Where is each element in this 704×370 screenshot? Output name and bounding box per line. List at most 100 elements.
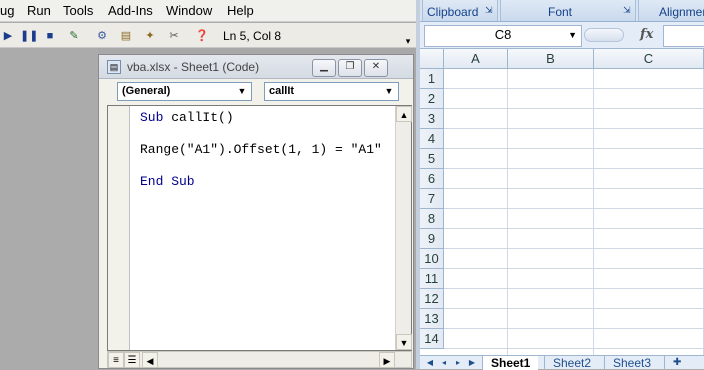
first-sheet-icon[interactable]: ◀ — [424, 357, 436, 369]
ribbon-group-clipboard[interactable]: Clipboard ⇲ — [422, 0, 498, 21]
minimize-button[interactable]: ▁ — [312, 59, 336, 77]
restore-button[interactable]: ❐ — [338, 59, 362, 77]
formula-bar: C8 ▼ fx — [420, 22, 704, 49]
row-header[interactable]: 6 — [420, 169, 444, 189]
row-header[interactable]: 9 — [420, 229, 444, 249]
gridline — [444, 268, 704, 269]
code-margin — [108, 106, 130, 350]
gridline — [444, 88, 704, 89]
gridline — [507, 69, 508, 355]
chevron-down-icon: ▼ — [384, 86, 394, 96]
menu-add-ins[interactable]: Add-Ins — [108, 3, 153, 18]
gridline — [444, 128, 704, 129]
object-browser-icon[interactable]: ✦ — [142, 28, 158, 44]
chevron-down-icon[interactable]: ▼ — [568, 26, 577, 44]
cursor-position: Ln 5, Col 8 — [223, 29, 282, 43]
select-all-corner[interactable] — [420, 49, 444, 69]
properties-icon[interactable]: ▤ — [118, 28, 134, 44]
gridline — [444, 288, 704, 289]
project-explorer-icon[interactable]: ⚙ — [94, 28, 110, 44]
next-sheet-icon[interactable]: ▸ — [452, 357, 464, 369]
row-header[interactable]: 14 — [420, 329, 444, 349]
menu-debug[interactable]: ug — [0, 3, 14, 18]
procedure-dropdown[interactable]: callIt ▼ — [264, 82, 399, 101]
left-strip — [0, 48, 98, 369]
vertical-scrollbar[interactable]: ▲ ▼ — [395, 106, 412, 350]
scroll-left-icon[interactable]: ◀ — [142, 352, 158, 368]
sheet-tab-sheet2[interactable]: Sheet2 — [544, 356, 599, 370]
row-header[interactable]: 3 — [420, 109, 444, 129]
horizontal-scrollbar[interactable]: ≡ ☰ ◀ ▶ — [107, 351, 412, 368]
close-button[interactable]: ✕ — [364, 59, 388, 77]
column-header-c[interactable]: C — [594, 49, 704, 69]
row-header[interactable]: 1 — [420, 69, 444, 89]
code-line-3: End Sub — [140, 174, 195, 189]
ribbon-group-alignment[interactable]: Alignmen — [638, 0, 704, 21]
code-editor[interactable]: Sub callIt() Range("A1").Offset(1, 1) = … — [107, 105, 412, 351]
vbe-menubar: ug Run Tools Add-Ins Window Help — [0, 0, 416, 22]
formula-input[interactable] — [663, 25, 704, 47]
name-box[interactable]: C8 ▼ — [424, 25, 582, 47]
row-header[interactable]: 11 — [420, 269, 444, 289]
gridline — [444, 228, 704, 229]
gridline — [444, 308, 704, 309]
dialog-launcher-icon[interactable]: ⇲ — [485, 5, 493, 16]
menu-window[interactable]: Window — [166, 3, 212, 18]
formula-bar-resize-handle[interactable] — [584, 28, 624, 42]
column-header-a[interactable]: A — [444, 49, 508, 69]
toolbar-options-icon[interactable]: ▾ — [400, 33, 416, 49]
insert-sheet-icon[interactable]: ✚ — [664, 356, 689, 370]
scroll-down-icon[interactable]: ▼ — [396, 334, 412, 350]
scroll-up-icon[interactable]: ▲ — [396, 106, 412, 122]
ribbon-group-font[interactable]: Font ⇲ — [500, 0, 636, 21]
module-icon: ▤ — [107, 60, 121, 74]
last-sheet-icon[interactable]: ▶ — [466, 357, 478, 369]
row-header[interactable]: 12 — [420, 289, 444, 309]
gridline — [444, 248, 704, 249]
gridline — [444, 188, 704, 189]
row-header[interactable]: 4 — [420, 129, 444, 149]
row-header[interactable]: 13 — [420, 309, 444, 329]
scroll-right-icon[interactable]: ▶ — [379, 352, 395, 368]
break-icon[interactable]: ❚❚ — [20, 28, 38, 44]
column-header-b[interactable]: B — [508, 49, 594, 69]
row-header[interactable]: 10 — [420, 249, 444, 269]
worksheet-grid[interactable]: A B C 1 2 3 4 5 6 7 8 9 10 11 12 13 14 — [420, 49, 704, 355]
help-icon[interactable]: ❓ — [194, 28, 210, 44]
row-header[interactable]: 2 — [420, 89, 444, 109]
code-line-2: Range("A1").Offset(1, 1) = "A1" — [140, 142, 382, 157]
menu-run[interactable]: Run — [27, 3, 51, 18]
chevron-down-icon: ▼ — [237, 86, 247, 96]
sheet-tab-sheet1[interactable]: Sheet1 — [482, 356, 539, 370]
gridline — [444, 328, 704, 329]
toolbox-icon[interactable]: ✂ — [166, 28, 182, 44]
sheet-tab-sheet3[interactable]: Sheet3 — [604, 356, 659, 370]
prev-sheet-icon[interactable]: ◂ — [438, 357, 450, 369]
code-line-1: Sub callIt() — [140, 110, 234, 125]
gridline — [444, 168, 704, 169]
code-window: ▤ vba.xlsx - Sheet1 (Code) ▁ ❐ ✕ (Genera… — [98, 54, 414, 369]
design-mode-icon[interactable]: ✎ — [66, 28, 82, 44]
dialog-launcher-icon[interactable]: ⇲ — [623, 5, 631, 16]
gridline — [444, 348, 704, 349]
menu-help[interactable]: Help — [227, 3, 254, 18]
gridline — [444, 148, 704, 149]
reset-icon[interactable]: ■ — [42, 28, 58, 44]
sheet-tab-bar: ◀ ◂ ▸ ▶ Sheet1 Sheet2 Sheet3 ✚ — [420, 355, 704, 370]
excel-ribbon: Clipboard ⇲ Font ⇲ Alignmen — [420, 0, 704, 22]
gridline — [444, 108, 704, 109]
vbe-toolbar: ▶ ❚❚ ■ ✎ ⚙ ▤ ✦ ✂ ❓ Ln 5, Col 8 ▾ — [0, 23, 416, 48]
menu-tools[interactable]: Tools — [63, 3, 93, 18]
row-header[interactable]: 8 — [420, 209, 444, 229]
gridline — [444, 208, 704, 209]
code-window-titlebar[interactable]: ▤ vba.xlsx - Sheet1 (Code) ▁ ❐ ✕ — [99, 55, 413, 79]
row-header[interactable]: 5 — [420, 149, 444, 169]
run-icon[interactable]: ▶ — [0, 28, 16, 44]
row-header[interactable]: 7 — [420, 189, 444, 209]
gridline — [593, 69, 594, 355]
procedure-view-icon[interactable]: ≡ — [108, 352, 124, 368]
insert-function-icon[interactable]: fx — [640, 27, 653, 42]
object-dropdown[interactable]: (General) ▼ — [117, 82, 252, 101]
full-module-view-icon[interactable]: ☰ — [124, 352, 140, 368]
code-window-title: vba.xlsx - Sheet1 (Code) — [127, 60, 260, 74]
